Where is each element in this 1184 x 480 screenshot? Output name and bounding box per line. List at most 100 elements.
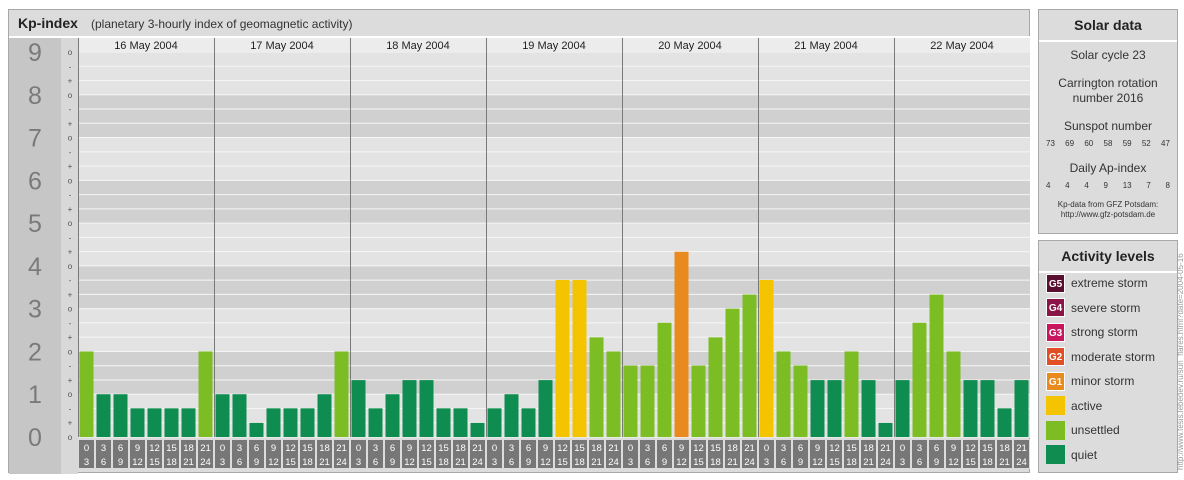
minor-tick-label: - — [69, 362, 72, 371]
interval-start-label: 0 — [900, 443, 905, 454]
kp-band — [78, 223, 1030, 266]
legend-item: G4 severe storm — [1046, 298, 1140, 318]
kp-bar — [708, 337, 723, 437]
interval-start-label: 3 — [917, 443, 922, 454]
minor-tick-label: + — [68, 119, 73, 128]
interval-start-label: 18 — [999, 443, 1010, 454]
interval-end-label: 18 — [982, 457, 993, 468]
kp-index-chart: 0123456789o+-o+-o+-o+-o+-o+-o+-o+-o+-o16… — [9, 36, 1031, 474]
interval-start-label: 12 — [149, 443, 160, 454]
watermark-url: http://www.tesis.lebedev.ru/sun_flares.h… — [1176, 253, 1184, 470]
minor-tick-label: o — [68, 390, 73, 399]
kp-bar — [827, 380, 842, 437]
interval-end-label: 18 — [166, 457, 177, 468]
kp-bar — [895, 380, 910, 437]
kp-bar — [1014, 380, 1029, 437]
interval-start-label: 0 — [84, 443, 89, 454]
interval-start-label: 0 — [764, 443, 769, 454]
kp-bar — [504, 394, 519, 437]
kp-bar — [402, 380, 417, 437]
chart-title: Kp-index — [18, 15, 78, 31]
kp-bar — [215, 394, 230, 437]
legend-item: quiet — [1046, 445, 1097, 465]
interval-start-label: 12 — [965, 443, 976, 454]
interval-end-label: 24 — [200, 457, 211, 468]
interval-end-label: 3 — [900, 457, 905, 468]
kp-bar — [249, 422, 264, 437]
kp-bar — [419, 380, 434, 437]
interval-end-label: 15 — [285, 457, 296, 468]
interval-start-label: 3 — [373, 443, 378, 454]
interval-start-label: 15 — [166, 443, 177, 454]
y-tick-label: 1 — [28, 381, 42, 409]
kp-bar — [232, 394, 247, 437]
minor-tick-label: + — [68, 77, 73, 86]
minor-tick-label: o — [68, 219, 73, 228]
interval-end-label: 6 — [645, 457, 650, 468]
minor-tick-label: + — [68, 419, 73, 428]
y-tick-label: 0 — [28, 424, 42, 452]
kp-bar — [96, 394, 111, 437]
minor-tick-label: o — [68, 347, 73, 356]
legend-item: G1 minor storm — [1046, 371, 1134, 391]
minor-tick-label: - — [69, 62, 72, 71]
kp-bar — [929, 294, 944, 437]
interval-end-label: 15 — [693, 457, 704, 468]
kp-bar — [79, 351, 94, 437]
interval-end-label: 12 — [948, 457, 959, 468]
kp-bar — [147, 408, 162, 437]
legend-item: G5 extreme storm — [1046, 273, 1148, 293]
kp-bar — [742, 294, 757, 437]
interval-start-label: 9 — [407, 443, 412, 454]
interval-start-label: 15 — [302, 443, 313, 454]
legend-swatch: G2 — [1046, 347, 1065, 366]
interval-end-label: 12 — [132, 457, 143, 468]
legend-label: unsettled — [1071, 423, 1120, 437]
minor-tick-label: - — [69, 233, 72, 242]
minor-tick-label: - — [69, 319, 72, 328]
interval-start-label: 21 — [880, 443, 891, 454]
kp-chart-panel: 0 1 2 3 4 5 6 7 8 9 o + - o + - o + - o + - o + - o + - o + - o + - o + - o 16… — [8, 9, 1031, 474]
sunspot-value: 60 — [1084, 139, 1094, 148]
interval-end-label: 21 — [999, 457, 1010, 468]
interval-start-label: 15 — [846, 443, 857, 454]
solar-cycle: Solar cycle 23 — [1070, 48, 1146, 62]
interval-start-label: 12 — [829, 443, 840, 454]
sunspot-value: 52 — [1141, 139, 1151, 148]
interval-start-label: 21 — [744, 443, 755, 454]
kp-bar — [691, 365, 706, 437]
kp-bar — [572, 280, 587, 437]
interval-end-label: 9 — [390, 457, 395, 468]
y-tick-label: 8 — [28, 82, 42, 110]
interval-end-label: 9 — [798, 457, 803, 468]
interval-start-label: 12 — [285, 443, 296, 454]
interval-start-label: 18 — [319, 443, 330, 454]
interval-start-label: 18 — [455, 443, 466, 454]
interval-start-label: 18 — [727, 443, 738, 454]
y-tick-label: 4 — [28, 253, 42, 281]
interval-start-label: 6 — [662, 443, 667, 454]
sunspot-value: 47 — [1161, 139, 1170, 148]
day-label: 17 May 2004 — [250, 40, 314, 52]
kp-bar — [198, 351, 213, 437]
interval-start-label: 6 — [118, 443, 123, 454]
kp-band — [78, 308, 1030, 352]
interval-end-label: 21 — [727, 457, 738, 468]
interval-start-label: 9 — [135, 443, 140, 454]
kp-bar — [368, 408, 383, 437]
kp-bar — [674, 251, 689, 437]
interval-start-label: 12 — [693, 443, 704, 454]
y-tick-label: 7 — [28, 125, 42, 153]
interval-end-label: 9 — [934, 457, 939, 468]
interval-start-label: 9 — [815, 443, 820, 454]
interval-start-label: 3 — [509, 443, 514, 454]
interval-end-label: 6 — [237, 457, 242, 468]
sunspot-values: 73 69 60 58 59 52 47 — [1039, 139, 1177, 148]
minor-tick-label: - — [69, 404, 72, 413]
minor-tick-label: o — [68, 134, 73, 143]
interval-start-label: 18 — [183, 443, 194, 454]
minor-tick-label: o — [68, 305, 73, 314]
kp-bar — [181, 408, 196, 437]
interval-end-label: 6 — [373, 457, 378, 468]
kp-bar — [657, 322, 672, 437]
